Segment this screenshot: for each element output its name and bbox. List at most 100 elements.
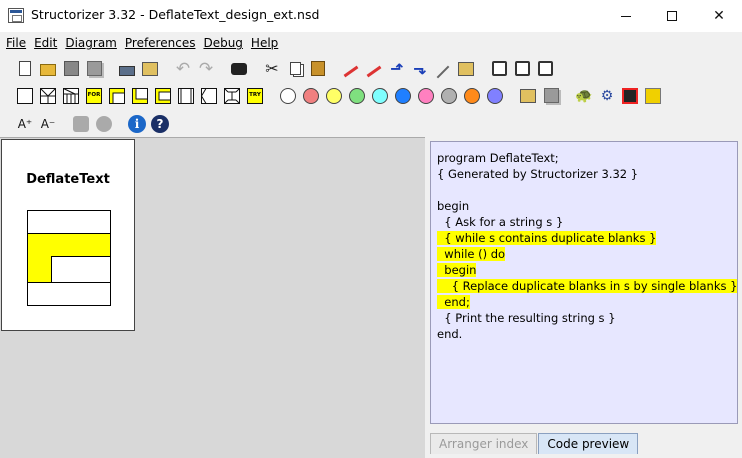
subroutine-button[interactable] xyxy=(517,85,539,107)
move-down-button[interactable]: ⬎ xyxy=(409,58,431,80)
cut-button[interactable]: ✂ xyxy=(261,58,283,80)
arranger-button[interactable] xyxy=(540,85,562,107)
color-circle-icon xyxy=(349,87,365,104)
add-parallel-button[interactable] xyxy=(221,85,243,107)
code-line: { Replace duplicate blanks in s by singl… xyxy=(437,278,738,294)
code-text: program DeflateText; xyxy=(437,151,559,165)
copy-button[interactable] xyxy=(284,58,306,80)
nsd-instruction-output[interactable] xyxy=(27,282,111,306)
code-text: { Ask for a string s } xyxy=(437,215,564,229)
color-circle-icon xyxy=(326,87,342,104)
move-up-button[interactable]: ⬏ xyxy=(386,58,408,80)
minimize-button[interactable] xyxy=(603,0,649,32)
collapse-button[interactable] xyxy=(455,58,477,80)
zoom-button-2[interactable] xyxy=(93,113,115,135)
font-decrease-button[interactable]: A⁻ xyxy=(37,113,59,135)
edit-element-button[interactable] xyxy=(340,58,362,80)
close-button[interactable]: ✕ xyxy=(696,0,742,32)
font-increase-button[interactable]: A⁺ xyxy=(14,113,36,135)
color-circle-icon xyxy=(372,87,388,104)
add-alternative-button[interactable] xyxy=(37,85,59,107)
help-button[interactable]: ? xyxy=(149,113,171,135)
color-circle-icon xyxy=(395,87,411,104)
save-button[interactable] xyxy=(60,58,82,80)
add-case-button[interactable] xyxy=(60,85,82,107)
code-line: program DeflateText; xyxy=(437,150,737,166)
transmute-button[interactable] xyxy=(432,58,454,80)
open-folder-icon xyxy=(40,64,56,76)
add-forever-button[interactable] xyxy=(152,85,174,107)
parallel-icon xyxy=(224,87,240,104)
splitter[interactable] xyxy=(425,137,429,458)
color-button-6[interactable] xyxy=(415,85,437,107)
new-button[interactable] xyxy=(14,58,36,80)
diagram-title: DeflateText xyxy=(26,172,110,187)
arranger-icon xyxy=(543,88,559,103)
font-increase-icon: A⁺ xyxy=(17,116,33,131)
maximize-button[interactable] xyxy=(649,0,695,32)
zoom-button-1[interactable] xyxy=(70,113,92,135)
nsd-loop-body[interactable] xyxy=(51,256,111,283)
add-while-button[interactable] xyxy=(106,85,128,107)
menu-bar: File Edit Diagram Preferences Debug Help xyxy=(0,33,742,53)
export-button[interactable] xyxy=(139,58,161,80)
find-button[interactable] xyxy=(228,58,250,80)
tab-code-preview[interactable]: Code preview xyxy=(538,433,639,454)
analyser-button[interactable] xyxy=(642,85,664,107)
subroutine-icon xyxy=(520,88,536,103)
open-button[interactable] xyxy=(37,58,59,80)
code-line: begin xyxy=(437,262,737,278)
about-button[interactable]: i xyxy=(126,113,148,135)
breakpoint-clear-icon xyxy=(622,87,638,104)
add-try-button[interactable]: TRY xyxy=(244,85,266,107)
close-icon: ✕ xyxy=(713,8,725,24)
color-button-7[interactable] xyxy=(438,85,460,107)
gears-icon: ⚙ xyxy=(600,87,614,104)
call-icon xyxy=(178,87,194,104)
menu-file[interactable]: File xyxy=(6,36,26,50)
magic-wand-icon xyxy=(436,65,450,79)
color-button-1[interactable] xyxy=(300,85,322,107)
code-text: end; xyxy=(437,295,470,309)
help-icon: ? xyxy=(151,114,169,133)
tab-arranger-index[interactable]: Arranger index xyxy=(430,433,538,454)
color-button-9[interactable] xyxy=(484,85,506,107)
add-repeat-button[interactable] xyxy=(129,85,151,107)
menu-diagram[interactable]: Diagram xyxy=(65,36,117,50)
color-button-3[interactable] xyxy=(346,85,368,107)
nsd-instruction-input[interactable] xyxy=(27,210,111,234)
color-button-5[interactable] xyxy=(392,85,414,107)
menu-debug[interactable]: Debug xyxy=(203,36,242,50)
menu-help[interactable]: Help xyxy=(251,36,278,50)
redo-button[interactable]: ↷ xyxy=(195,58,217,80)
code-line: { while s contains duplicate blanks } xyxy=(437,230,737,246)
add-jump-button[interactable] xyxy=(198,85,220,107)
code-preview-panel[interactable]: program DeflateText; { Generated by Struc… xyxy=(430,141,738,424)
add-for-button[interactable]: FOR xyxy=(83,85,105,107)
diagram-canvas[interactable]: DeflateText xyxy=(1,139,135,331)
menu-preferences[interactable]: Preferences xyxy=(125,36,196,50)
undo-button[interactable]: ↶ xyxy=(172,58,194,80)
color-button-0[interactable] xyxy=(277,85,299,107)
color-button-8[interactable] xyxy=(461,85,483,107)
turtleizer-button[interactable]: 🐢 xyxy=(573,85,595,107)
delete-element-button[interactable] xyxy=(363,58,385,80)
add-call-button[interactable] xyxy=(175,85,197,107)
paste-button[interactable] xyxy=(307,58,329,80)
save-all-button[interactable] xyxy=(83,58,105,80)
view-mode-1-button[interactable] xyxy=(488,58,510,80)
color-button-2[interactable] xyxy=(323,85,345,107)
view-mode-3-button[interactable] xyxy=(534,58,556,80)
break-all-button[interactable] xyxy=(619,85,641,107)
case-icon xyxy=(63,87,79,104)
print-button[interactable] xyxy=(116,58,138,80)
view-mode-2-button[interactable] xyxy=(511,58,533,80)
elements-toolbar: FOR TRY 🐢 ⚙ xyxy=(0,82,742,109)
code-line: { Generated by Structorizer 3.32 } xyxy=(437,166,737,182)
frame-icon xyxy=(514,61,530,76)
color-button-4[interactable] xyxy=(369,85,391,107)
add-instruction-button[interactable] xyxy=(14,85,36,107)
executor-button[interactable]: ⚙ xyxy=(596,85,618,107)
menu-edit[interactable]: Edit xyxy=(34,36,57,50)
diagram-work-area[interactable]: DeflateText xyxy=(0,137,425,458)
